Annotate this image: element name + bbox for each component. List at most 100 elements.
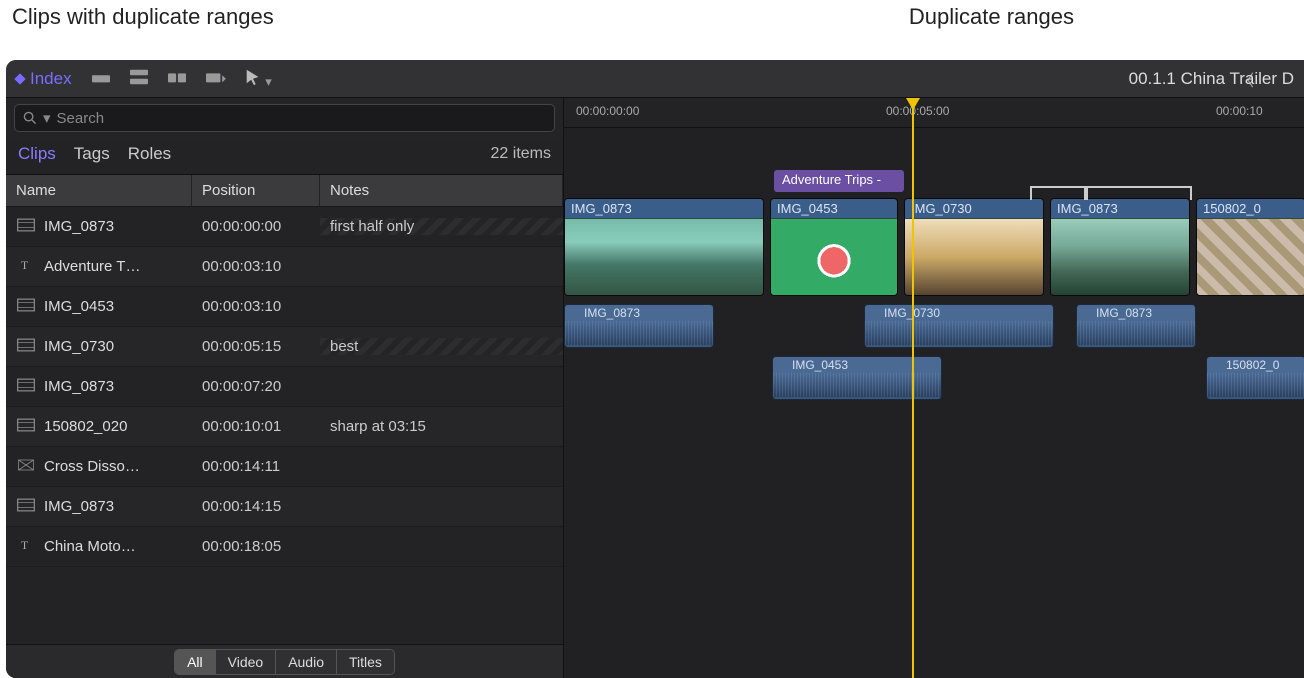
audio-clip[interactable]: IMG_0873 xyxy=(564,304,714,348)
clip-position: 00:00:18:05 xyxy=(192,538,320,555)
video-clip[interactable]: 150802_0 xyxy=(1196,198,1304,296)
tab-tags[interactable]: Tags xyxy=(74,144,110,164)
clip-label: 150802_0 xyxy=(1207,357,1304,373)
svg-text:T: T xyxy=(21,539,28,552)
col-name[interactable]: Name xyxy=(6,175,192,206)
video-clip[interactable]: IMG_0873 xyxy=(1050,198,1190,296)
time-ruler[interactable]: 00:00:00:0000:00:05:0000:00:10 xyxy=(564,98,1304,128)
clip-label: IMG_0453 xyxy=(771,199,897,218)
connect-clip-icon[interactable] xyxy=(90,68,112,89)
video-clip[interactable]: IMG_0730 xyxy=(904,198,1044,296)
overwrite-clip-icon[interactable] xyxy=(204,68,226,89)
ruler-tick: 00:00:10 xyxy=(1216,104,1263,118)
film-icon xyxy=(16,297,36,317)
annotation-left: Clips with duplicate ranges xyxy=(12,4,274,30)
film-icon xyxy=(1081,309,1093,319)
clip-name: IMG_0453 xyxy=(44,298,114,315)
playhead[interactable] xyxy=(912,98,914,678)
clip-name: IMG_0873 xyxy=(44,378,114,395)
duplicate-range-bracket xyxy=(1030,186,1086,200)
film-icon xyxy=(569,309,581,319)
append-clip-icon[interactable] xyxy=(166,68,188,89)
audio-clip[interactable]: 150802_0 xyxy=(1206,356,1304,400)
film-icon xyxy=(16,337,36,357)
index-label: Index xyxy=(30,69,72,89)
table-row[interactable]: Cross Disso… 00:00:14:11 xyxy=(6,447,563,487)
clip-name: IMG_0873 xyxy=(44,218,114,235)
tab-clips[interactable]: Clips xyxy=(18,144,56,164)
filter-video[interactable]: Video xyxy=(216,650,277,674)
clip-list: IMG_0873 00:00:00:00first half only TAdven… xyxy=(6,207,563,644)
table-row[interactable]: IMG_087300:00:07:20 xyxy=(6,367,563,407)
title-clip[interactable]: Adventure Trips - xyxy=(774,170,904,192)
clip-thumbnail xyxy=(1051,219,1189,295)
waveform xyxy=(1077,321,1195,345)
clip-notes: first half only xyxy=(320,218,563,235)
film-icon xyxy=(16,377,36,397)
table-row[interactable]: IMG_0873 00:00:00:00first half only xyxy=(6,207,563,247)
clip-label: 150802_0 xyxy=(1197,199,1304,218)
index-button[interactable]: Index xyxy=(16,69,72,89)
filter-segmented-control: All Video Audio Titles xyxy=(174,649,395,675)
col-position[interactable]: Position xyxy=(192,175,320,206)
project-title: 00.1.1 China Trailer D xyxy=(1129,69,1294,89)
waveform xyxy=(865,321,1053,345)
clip-position: 00:00:00:00 xyxy=(192,218,320,235)
film-icon xyxy=(16,497,36,517)
search-input[interactable]: ▾ Search xyxy=(14,104,555,132)
index-diamond-icon xyxy=(14,73,25,84)
clip-thumbnail xyxy=(905,219,1043,295)
table-row[interactable]: T China Moto… 00:00:18:05 xyxy=(6,527,563,567)
filter-audio[interactable]: Audio xyxy=(276,650,337,674)
clip-name: China Moto… xyxy=(44,538,136,555)
waveform xyxy=(773,373,941,397)
column-headers: Name Position Notes xyxy=(6,174,563,207)
clip-label: IMG_0873 xyxy=(1077,305,1195,321)
col-notes[interactable]: Notes xyxy=(320,175,563,206)
clip-position: 00:00:03:10 xyxy=(192,258,320,275)
film-icon xyxy=(16,417,36,437)
clip-label: IMG_0873 xyxy=(565,199,763,218)
clip-label: IMG_0873 xyxy=(1051,199,1189,218)
waveform xyxy=(565,321,713,345)
clip-position: 00:00:14:11 xyxy=(192,458,320,475)
timeline[interactable]: 00:00:00:0000:00:05:0000:00:10 Adventure… xyxy=(564,98,1304,678)
audio-clip[interactable]: IMG_0730 xyxy=(864,304,1054,348)
table-row[interactable]: IMG_073000:00:05:15best xyxy=(6,327,563,367)
index-panel: ▾ Search Clips Tags Roles 22 items Name … xyxy=(6,98,564,678)
table-row[interactable]: TAdventure T…00:00:03:10 xyxy=(6,247,563,287)
table-row[interactable]: IMG_0453 00:00:03:10 xyxy=(6,287,563,327)
app-window: Index ▾ 〈 00.1.1 China Trailer D ▾ Searc… xyxy=(6,60,1304,678)
svg-text:T: T xyxy=(21,259,28,272)
clip-name: IMG_0873 xyxy=(44,498,114,515)
duplicate-range-bracket xyxy=(1086,186,1192,200)
clip-thumbnail xyxy=(1197,219,1304,295)
waveform xyxy=(1207,373,1304,397)
clip-label: IMG_0873 xyxy=(565,305,713,321)
clip-name: 150802_020 xyxy=(44,418,127,435)
clip-name: Cross Disso… xyxy=(44,458,140,475)
toolbar: Index ▾ 〈 00.1.1 China Trailer D xyxy=(6,60,1304,98)
clip-label: IMG_0730 xyxy=(865,305,1053,321)
clip-position: 00:00:03:10 xyxy=(192,298,320,315)
video-clip[interactable]: IMG_0873 xyxy=(564,198,764,296)
clip-name: IMG_0730 xyxy=(44,338,114,355)
video-clip[interactable]: IMG_0453 xyxy=(770,198,898,296)
filter-titles[interactable]: Titles xyxy=(337,650,394,674)
ruler-tick: 00:00:00:00 xyxy=(576,104,639,118)
insert-clip-icon[interactable] xyxy=(128,68,150,89)
clip-label: IMG_0453 xyxy=(773,357,941,373)
audio-clip[interactable]: IMG_0453 xyxy=(772,356,942,400)
tab-roles[interactable]: Roles xyxy=(128,144,171,164)
table-row[interactable]: 150802_02000:00:10:01sharp at 03:15 xyxy=(6,407,563,447)
filter-all[interactable]: All xyxy=(175,650,216,674)
video-track: IMG_0873 IMG_0453 IMG_0730 IMG_0873 150802_0 xyxy=(564,198,1304,296)
table-row[interactable]: IMG_0873 00:00:14:15 xyxy=(6,487,563,527)
audio-clip[interactable]: IMG_0873 xyxy=(1076,304,1196,348)
clip-label: IMG_0730 xyxy=(905,199,1043,218)
clip-position: 00:00:05:15 xyxy=(192,338,320,355)
item-count: 22 items xyxy=(491,145,551,163)
clip-position: 00:00:14:15 xyxy=(192,498,320,515)
film-icon xyxy=(16,217,36,237)
select-tool-icon[interactable]: ▾ xyxy=(244,68,272,90)
